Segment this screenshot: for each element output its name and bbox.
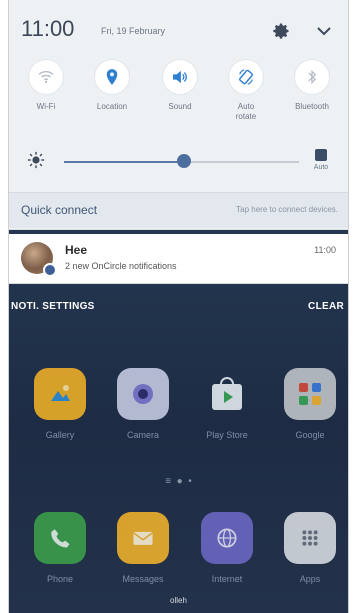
quick-setting-bluetooth[interactable]: Bluetooth [281, 60, 343, 112]
app-google-folder[interactable]: Google [275, 368, 345, 440]
brightness-fill [64, 161, 184, 163]
brightness-thumb[interactable] [176, 154, 191, 168]
date: Fri, 19 February [101, 26, 166, 36]
auto-brightness-toggle[interactable]: Auto [306, 149, 336, 171]
app-play-store[interactable]: Play Store [192, 368, 262, 440]
apps-icon [284, 512, 336, 564]
phone-icon [34, 512, 86, 564]
quick-setting-label: Auto rotate [235, 102, 257, 121]
auto-checkbox-icon [315, 149, 327, 161]
clock: 11:00 [21, 16, 75, 41]
app-label: Google [295, 430, 325, 440]
play-store-icon [201, 368, 253, 420]
avatar [21, 242, 57, 277]
wifi-icon [29, 60, 63, 94]
quick-connect-title: Quick connect [21, 203, 98, 217]
app-apps-drawer[interactable]: Apps [275, 512, 345, 584]
quick-setting-sound[interactable]: Sound [149, 60, 211, 112]
location-icon [95, 60, 129, 94]
camera-icon [117, 368, 169, 420]
app-label: Camera [126, 430, 159, 440]
google-folder-icon [284, 368, 336, 420]
notification-card[interactable]: Hee 2 new OnCircle notifications 11:00 [9, 234, 348, 284]
notification-panel: 11:00 Fri, 19 February Wi-Fi Location So… [9, 0, 348, 230]
messages-icon [117, 512, 169, 564]
notification-text: 2 new OnCircle notifications [65, 261, 177, 271]
noti-settings-button[interactable]: NOTI. SETTINGS [11, 301, 95, 312]
carrier-label: olleh [170, 596, 187, 605]
quick-setting-location[interactable]: Location [81, 60, 143, 112]
quick-setting-label: Bluetooth [295, 102, 329, 111]
app-label: Gallery [45, 430, 75, 440]
sound-icon [163, 60, 197, 94]
internet-icon [201, 512, 253, 564]
app-internet[interactable]: Internet [192, 512, 262, 584]
clear-button[interactable]: CLEAR [308, 301, 344, 312]
brightness-icon [27, 151, 45, 169]
phone-screen: 11:00 Fri, 19 February Wi-Fi Location So… [8, 0, 349, 613]
quick-setting-wifi[interactable]: Wi-Fi [15, 60, 77, 112]
app-label: Play Store [206, 430, 248, 440]
app-label: Internet [211, 574, 243, 584]
app-gallery[interactable]: Gallery [25, 368, 95, 440]
bluetooth-icon [295, 60, 329, 94]
quick-setting-label: Sound [168, 102, 192, 111]
quick-setting-label: Wi-Fi [36, 102, 56, 111]
notification-time: 11:00 [314, 245, 336, 255]
brightness-row: Auto [9, 145, 348, 181]
status-row: 11:00 Fri, 19 February [9, 0, 348, 56]
notification-title: Hee [65, 243, 88, 257]
gallery-icon [34, 368, 86, 420]
app-badge-icon [43, 263, 57, 277]
quick-connect-hint: Tap here to connect devices. [236, 205, 338, 214]
app-label: Apps [299, 574, 321, 584]
quick-connect-bar[interactable]: Quick connect Tap here to connect device… [9, 192, 348, 228]
page-indicator: ≡ ● • [165, 476, 192, 487]
app-label: Phone [46, 574, 74, 584]
quick-setting-label: Location [96, 102, 128, 111]
settings-gear-icon[interactable] [272, 22, 290, 40]
quick-settings-row: Wi-Fi Location Sound Auto rotate Bluetoo… [9, 60, 348, 138]
rotate-icon [229, 60, 263, 94]
chevron-down-icon[interactable] [316, 24, 332, 36]
app-messages[interactable]: Messages [108, 512, 178, 584]
app-phone[interactable]: Phone [25, 512, 95, 584]
auto-label: Auto [313, 164, 329, 171]
app-label: Messages [122, 574, 164, 584]
app-camera[interactable]: Camera [108, 368, 178, 440]
quick-setting-auto-rotate[interactable]: Auto rotate [215, 60, 277, 122]
notification-actions-bar: NOTI. SETTINGS CLEAR [9, 296, 348, 320]
